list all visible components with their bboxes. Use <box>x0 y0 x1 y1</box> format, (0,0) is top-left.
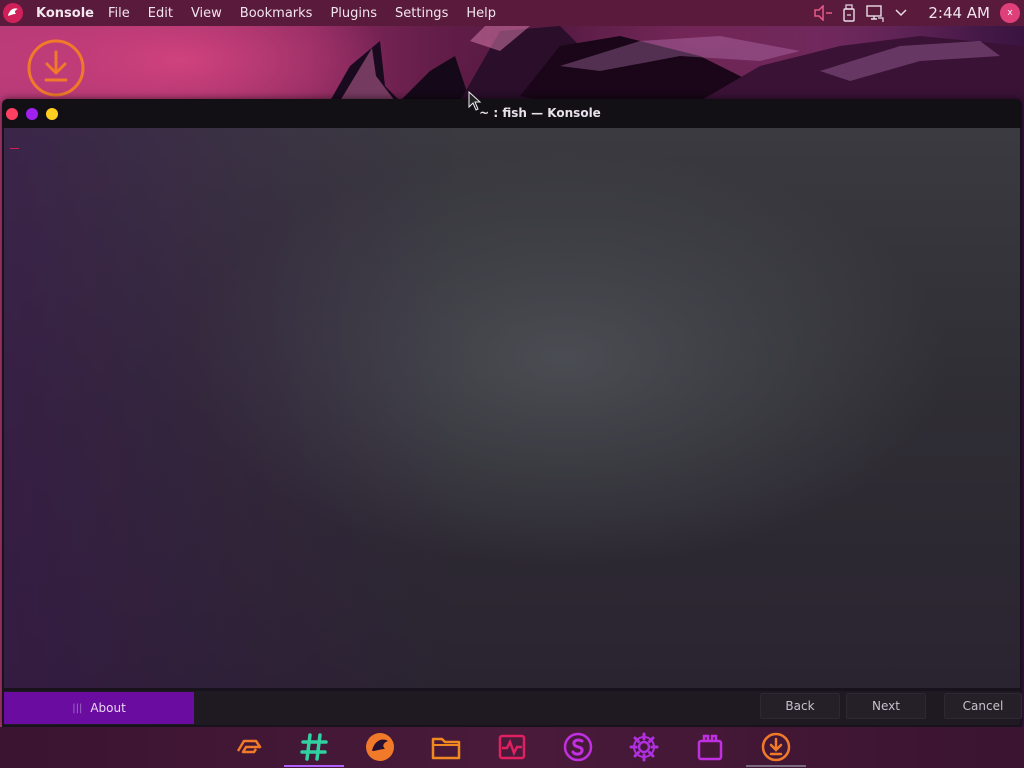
next-button[interactable]: Next <box>846 693 926 719</box>
folder-icon[interactable] <box>424 729 468 765</box>
desktop-installer-icon[interactable] <box>26 38 86 98</box>
menu-plugins[interactable]: Plugins <box>330 6 377 21</box>
info-icon: ||| <box>72 702 83 714</box>
konsole-window: ~ : fish — Konsole ||| About Back Next C… <box>2 99 1022 727</box>
menu-file[interactable]: File <box>108 6 130 21</box>
menu-help[interactable]: Help <box>466 6 496 21</box>
garuda-logo-icon[interactable] <box>0 0 26 26</box>
terminal-cursor <box>10 148 19 149</box>
store-icon[interactable] <box>688 729 732 765</box>
wizard-bottom-bar: ||| About Back Next Cancel <box>4 691 1022 725</box>
back-button[interactable]: Back <box>760 693 840 719</box>
settings-icon[interactable] <box>622 729 666 765</box>
window-title: ~ : fish — Konsole <box>479 106 601 120</box>
garuda-icon[interactable] <box>226 729 270 765</box>
network-icon[interactable] <box>864 2 886 24</box>
chevron-down-icon[interactable] <box>890 2 912 24</box>
download-icon[interactable] <box>746 729 806 767</box>
window-titlebar[interactable]: ~ : fish — Konsole <box>2 99 1022 128</box>
dock <box>0 727 1024 768</box>
terminal-area[interactable] <box>4 128 1020 688</box>
user-avatar[interactable]: x <box>1000 3 1020 23</box>
user-initial: x <box>1007 8 1013 18</box>
about-button[interactable]: ||| About <box>4 692 194 724</box>
cancel-button[interactable]: Cancel <box>944 693 1022 719</box>
menu-edit[interactable]: Edit <box>148 6 173 21</box>
about-label: About <box>90 701 126 715</box>
clock[interactable]: 2:44 AM <box>928 4 990 22</box>
usb-device-icon[interactable] <box>838 2 860 24</box>
s-icon[interactable] <box>556 729 600 765</box>
system-tray: 2:44 AM x <box>812 0 1024 26</box>
menu-bookmarks[interactable]: Bookmarks <box>240 6 313 21</box>
volume-muted-icon[interactable] <box>812 2 834 24</box>
menu-settings[interactable]: Settings <box>395 6 448 21</box>
app-name: Konsole <box>36 5 94 21</box>
top-panel: Konsole File Edit View Bookmarks Plugins… <box>0 0 1024 26</box>
system-monitor-icon[interactable] <box>490 729 534 765</box>
hashtag-icon[interactable] <box>284 729 344 767</box>
mouse-cursor-icon <box>468 90 482 115</box>
dragon-icon[interactable] <box>358 729 402 765</box>
menu-view[interactable]: View <box>191 6 222 21</box>
